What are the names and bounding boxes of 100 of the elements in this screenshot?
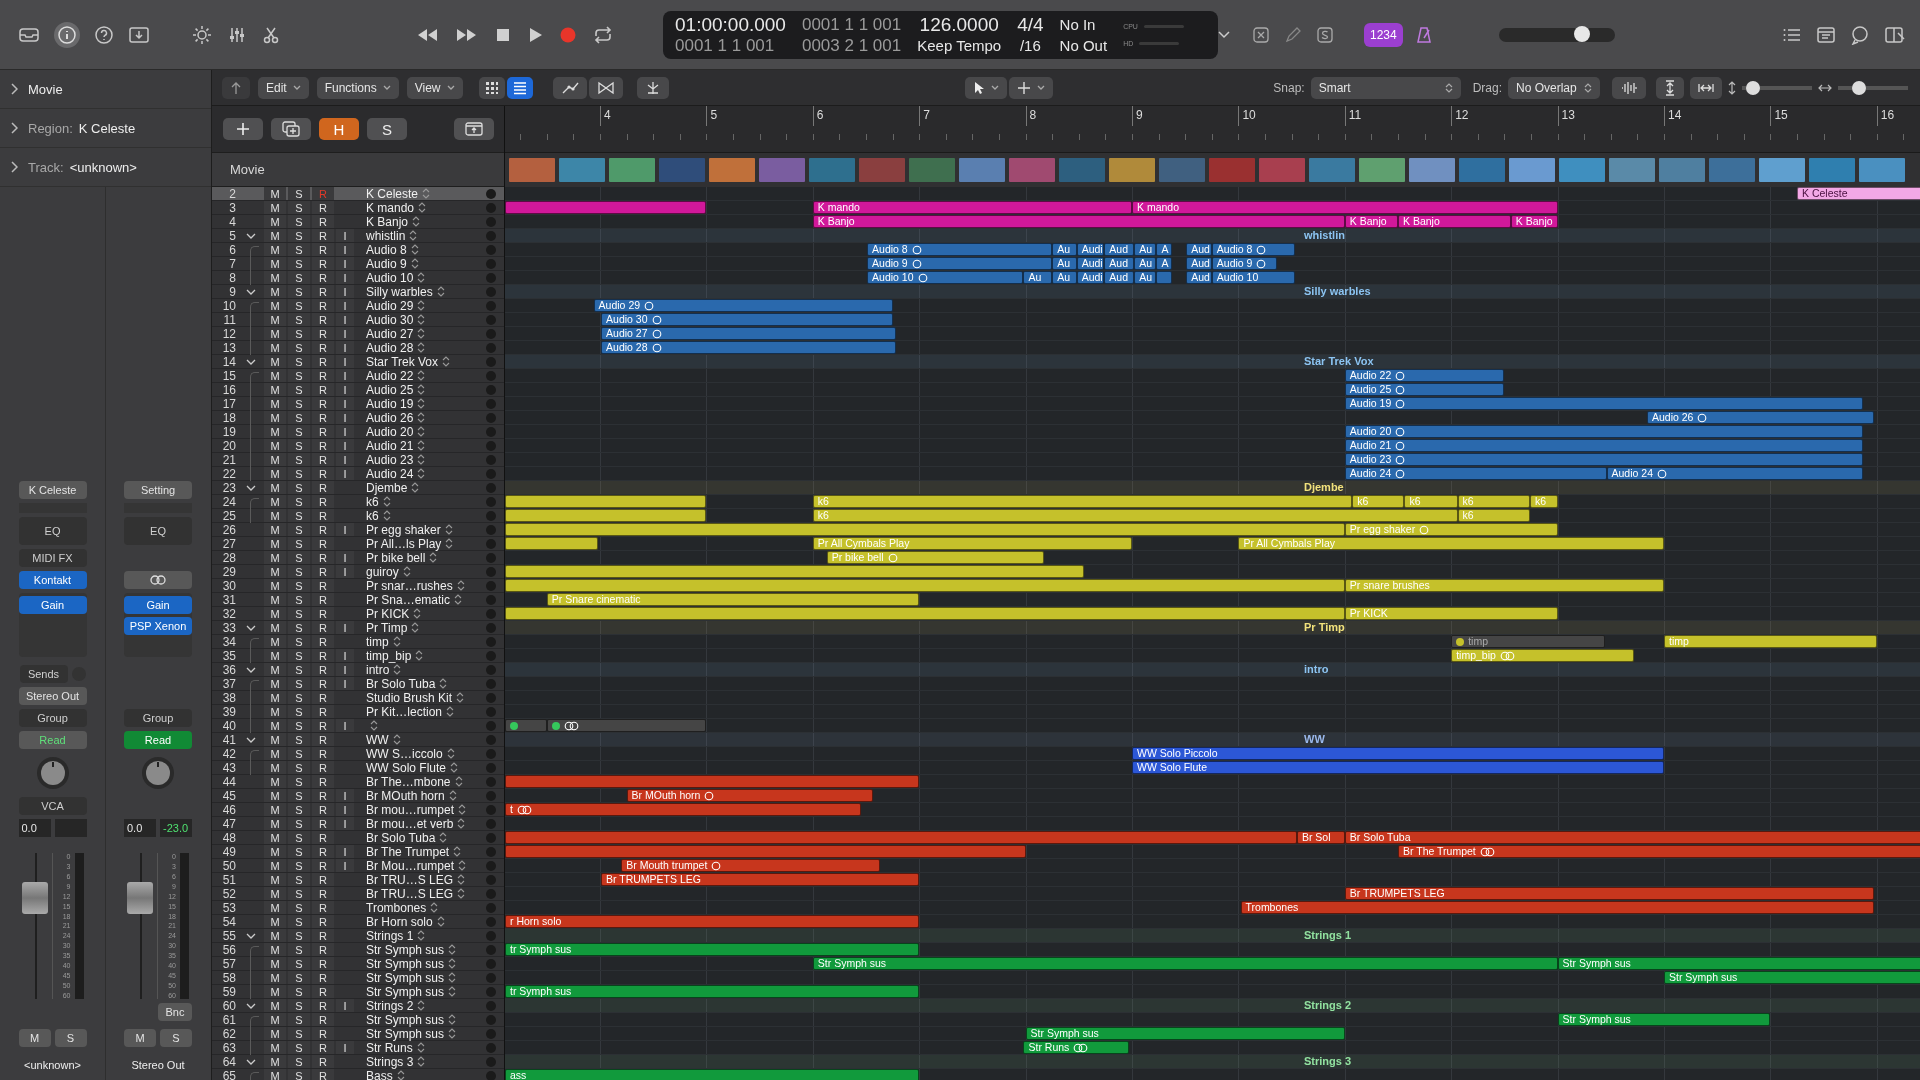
browser-icon[interactable] [1884,24,1906,45]
input-monitor-button[interactable]: I [336,565,354,578]
track-status-icon[interactable] [486,804,496,815]
disclosure-icon[interactable] [246,623,256,632]
scissors-icon[interactable] [262,25,280,44]
solo-button[interactable]: S [288,789,310,802]
region[interactable] [505,537,598,550]
track-name[interactable]: Audio 24 [366,466,414,481]
region[interactable]: Audio 9 [1211,257,1277,270]
record-enable-button[interactable]: R [312,495,334,508]
track-status-icon[interactable] [486,244,496,255]
record-enable-button[interactable]: R [312,229,334,242]
disclosure-icon[interactable] [246,231,256,240]
disclosure-icon[interactable] [246,735,256,744]
record-enable-button[interactable]: R [312,285,334,298]
region[interactable]: Trombones [1240,901,1874,914]
input-monitor-button[interactable]: I [336,383,354,396]
track-name[interactable]: K mando [366,200,415,215]
region[interactable]: Br The Trumpet [1398,845,1920,858]
track-name[interactable]: Str Symph sus [366,942,445,957]
record-enable-button[interactable]: R [312,649,334,662]
track-name[interactable]: Strings 1 [366,928,414,943]
region[interactable]: Str Symph sus [1025,1027,1345,1040]
track-status-icon[interactable] [486,468,496,479]
track-status-icon[interactable] [486,832,496,843]
track-name[interactable]: Pr KICK [366,606,410,621]
input-monitor-button[interactable]: I [336,271,354,284]
track-header[interactable]: 38 M S R Studio Brush Kit [212,691,504,705]
record-enable-button[interactable]: R [312,873,334,886]
track-name[interactable]: Pr snar…rushes [366,578,453,593]
track-name[interactable]: Br TRU…S LEG [366,872,454,887]
stepper-icon[interactable] [382,496,391,507]
track-header[interactable]: 34 M S R timp [212,635,504,649]
track-status-icon[interactable] [486,202,496,213]
track-header[interactable]: 32 M S R Pr KICK [212,607,504,621]
track-name[interactable]: Audio 30 [366,312,414,327]
track-status-icon[interactable] [486,692,496,703]
region[interactable]: Audio 9 [867,257,1053,270]
close-box-icon[interactable] [1252,25,1270,44]
mute-button[interactable]: M [264,873,286,886]
region[interactable]: K Banjo [1510,215,1558,228]
region[interactable]: Au [1052,257,1077,270]
region[interactable] [505,523,1345,536]
solo-button[interactable]: S [288,929,310,942]
track-header[interactable]: 43 M S R WW Solo Flute [212,761,504,775]
track-name[interactable]: intro [366,662,390,677]
track-name[interactable]: Studio Brush Kit [366,690,453,705]
region[interactable]: Audio 28 [601,341,896,354]
stepper-icon[interactable] [454,594,463,605]
track-status-icon[interactable] [486,384,496,395]
stepper-icon[interactable] [410,244,419,255]
track-status-icon[interactable] [486,916,496,927]
track-header[interactable]: 41 M S R WW [212,733,504,747]
inspector-button[interactable] [54,21,80,48]
region[interactable]: Audio 21 [1344,439,1863,452]
mute-button[interactable]: M [264,369,286,382]
track-status-icon[interactable] [486,986,496,997]
secondary-tool-dropdown[interactable] [1008,76,1053,99]
mute-button[interactable]: M [264,887,286,900]
track-header[interactable]: 3 M S R K mando [212,201,504,215]
mute-button[interactable]: M [264,341,286,354]
region[interactable]: WW Solo Piccolo [1132,747,1664,760]
region[interactable]: Aud [1186,257,1212,270]
track-name[interactable]: Br TRU…S LEG [366,886,454,901]
region[interactable]: Br TRUMPETS LEG [601,873,920,886]
stepper-icon[interactable] [417,370,426,381]
stepper-icon[interactable] [439,832,448,843]
region[interactable]: Audio 10 [867,271,1024,284]
track-header[interactable]: 9 M S R I Silly warbles [212,285,504,299]
mute-button[interactable]: M [264,439,286,452]
solo-button[interactable]: S [288,187,310,200]
record-enable-button[interactable]: R [312,1041,334,1054]
track-name[interactable]: whistlin [366,228,406,243]
fader-handle[interactable] [127,881,153,914]
loop-browser-icon[interactable] [1850,24,1870,45]
stepper-icon[interactable] [417,314,426,325]
mute-button[interactable]: M [264,187,286,200]
track-name[interactable]: Silly warbles [366,284,433,299]
record-enable-button[interactable]: R [312,523,334,536]
region[interactable]: Audio 22 [1344,369,1505,382]
track-name[interactable]: Br Solo Tuba [366,676,436,691]
track-header[interactable]: 29 M S R I guiroy [212,565,504,579]
track-status-icon[interactable] [486,552,496,563]
region[interactable]: Audi [1076,257,1105,270]
track-name[interactable]: Pr Sna…ematic [366,592,451,607]
solo-button[interactable]: S [288,663,310,676]
track-header[interactable]: 14 M S R I Star Trek Vox [212,355,504,369]
track-status-icon[interactable] [486,440,496,451]
stepper-icon[interactable] [448,944,457,955]
track-header[interactable]: 17 M S R I Audio 19 [212,397,504,411]
stepper-icon[interactable] [411,482,420,493]
mute-button[interactable]: M [264,691,286,704]
stepper-icon[interactable] [417,300,426,311]
record-enable-button[interactable]: R [312,719,334,732]
group-button[interactable]: Group [18,709,87,727]
mute-button[interactable]: M [264,957,286,970]
track-header[interactable]: 24 M S R k6 [212,495,504,509]
inspector-section[interactable]: Movie [0,70,211,109]
track-name[interactable]: Audio 29 [366,298,414,313]
track-name[interactable]: Br mou…et verb [366,816,454,831]
